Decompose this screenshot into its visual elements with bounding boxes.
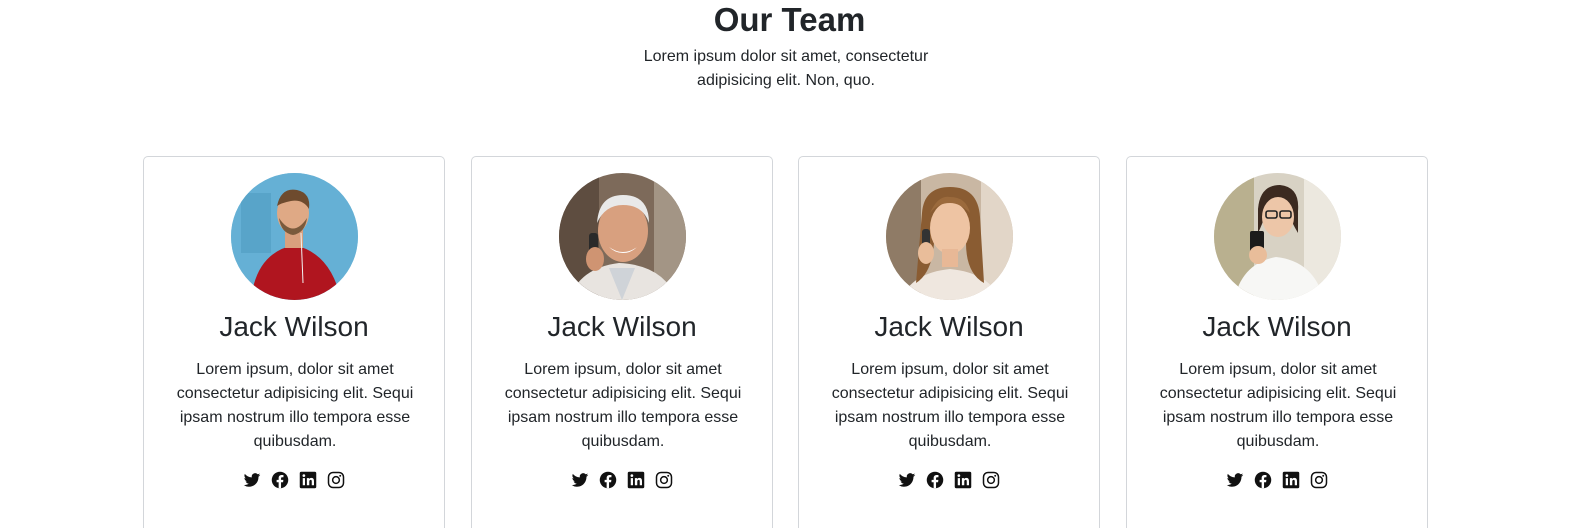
- instagram-icon[interactable]: [1310, 471, 1328, 489]
- member-name: Jack Wilson: [219, 311, 369, 342]
- linkedin-icon[interactable]: [1282, 471, 1300, 489]
- facebook-icon[interactable]: [271, 471, 289, 489]
- avatar: [886, 173, 1013, 300]
- avatar: [559, 173, 686, 300]
- avatar: [1214, 173, 1341, 300]
- member-bio: Lorem ipsum, dolor sit amet consectetur …: [504, 361, 742, 450]
- instagram-icon[interactable]: [327, 471, 345, 489]
- social-links: [472, 471, 772, 489]
- facebook-icon[interactable]: [599, 471, 617, 489]
- member-bio: Lorem ipsum, dolor sit amet consectetur …: [1159, 361, 1397, 450]
- section-subtitle: Lorem ipsum dolor sit amet, consectetur …: [643, 48, 929, 89]
- team-card: Jack Wilson Lorem ipsum, dolor sit amet …: [143, 156, 445, 528]
- member-name: Jack Wilson: [1202, 311, 1352, 342]
- member-bio: Lorem ipsum, dolor sit amet consectetur …: [831, 361, 1069, 450]
- team-card: Jack Wilson Lorem ipsum, dolor sit amet …: [1126, 156, 1428, 528]
- member-name: Jack Wilson: [547, 311, 697, 342]
- team-card: Jack Wilson Lorem ipsum, dolor sit amet …: [798, 156, 1100, 528]
- social-links: [1127, 471, 1427, 489]
- twitter-icon[interactable]: [1226, 471, 1244, 489]
- instagram-icon[interactable]: [982, 471, 1000, 489]
- twitter-icon[interactable]: [571, 471, 589, 489]
- member-name: Jack Wilson: [874, 311, 1024, 342]
- twitter-icon[interactable]: [243, 471, 261, 489]
- member-bio: Lorem ipsum, dolor sit amet consectetur …: [176, 361, 414, 450]
- facebook-icon[interactable]: [926, 471, 944, 489]
- avatar: [231, 173, 358, 300]
- section-title: Our Team: [713, 1, 866, 38]
- social-links: [799, 471, 1099, 489]
- team-card: Jack Wilson Lorem ipsum, dolor sit amet …: [471, 156, 773, 528]
- linkedin-icon[interactable]: [954, 471, 972, 489]
- twitter-icon[interactable]: [898, 471, 916, 489]
- social-links: [144, 471, 444, 489]
- facebook-icon[interactable]: [1254, 471, 1272, 489]
- linkedin-icon[interactable]: [627, 471, 645, 489]
- linkedin-icon[interactable]: [299, 471, 317, 489]
- instagram-icon[interactable]: [655, 471, 673, 489]
